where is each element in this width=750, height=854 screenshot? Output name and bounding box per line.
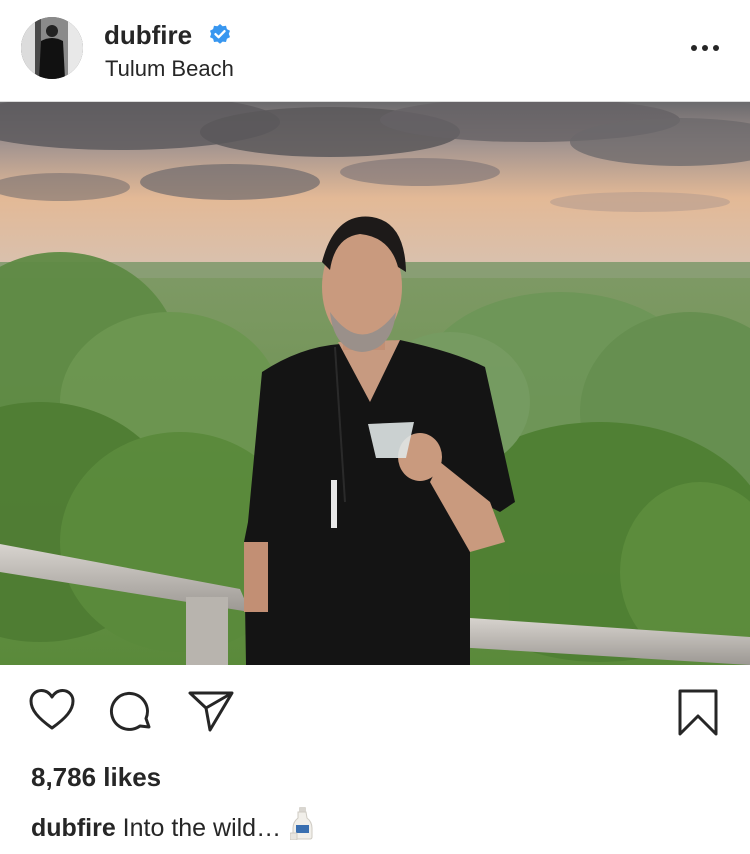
send-icon[interactable] <box>187 689 235 733</box>
sake-bottle-icon <box>290 807 313 840</box>
caption: dubfire Into the wild… <box>31 806 314 845</box>
heart-icon[interactable] <box>28 688 76 732</box>
verified-badge-icon <box>210 24 230 44</box>
comment-icon[interactable] <box>108 690 154 736</box>
avatar-image <box>21 17 83 79</box>
photo-image <box>0 102 750 665</box>
action-bar <box>0 686 750 742</box>
caption-text: Into the wild… <box>122 814 282 842</box>
likes-count[interactable]: 8,786 likes <box>31 761 161 793</box>
avatar[interactable] <box>21 17 83 79</box>
caption-username[interactable]: dubfire <box>31 814 116 842</box>
post-header: dubfire Tulum Beach <box>0 0 750 102</box>
more-options-icon[interactable] <box>690 40 720 56</box>
post-photo[interactable] <box>0 102 750 665</box>
bookmark-icon[interactable] <box>677 688 719 738</box>
post-username[interactable]: dubfire <box>104 20 192 50</box>
post-location[interactable]: Tulum Beach <box>105 55 234 83</box>
